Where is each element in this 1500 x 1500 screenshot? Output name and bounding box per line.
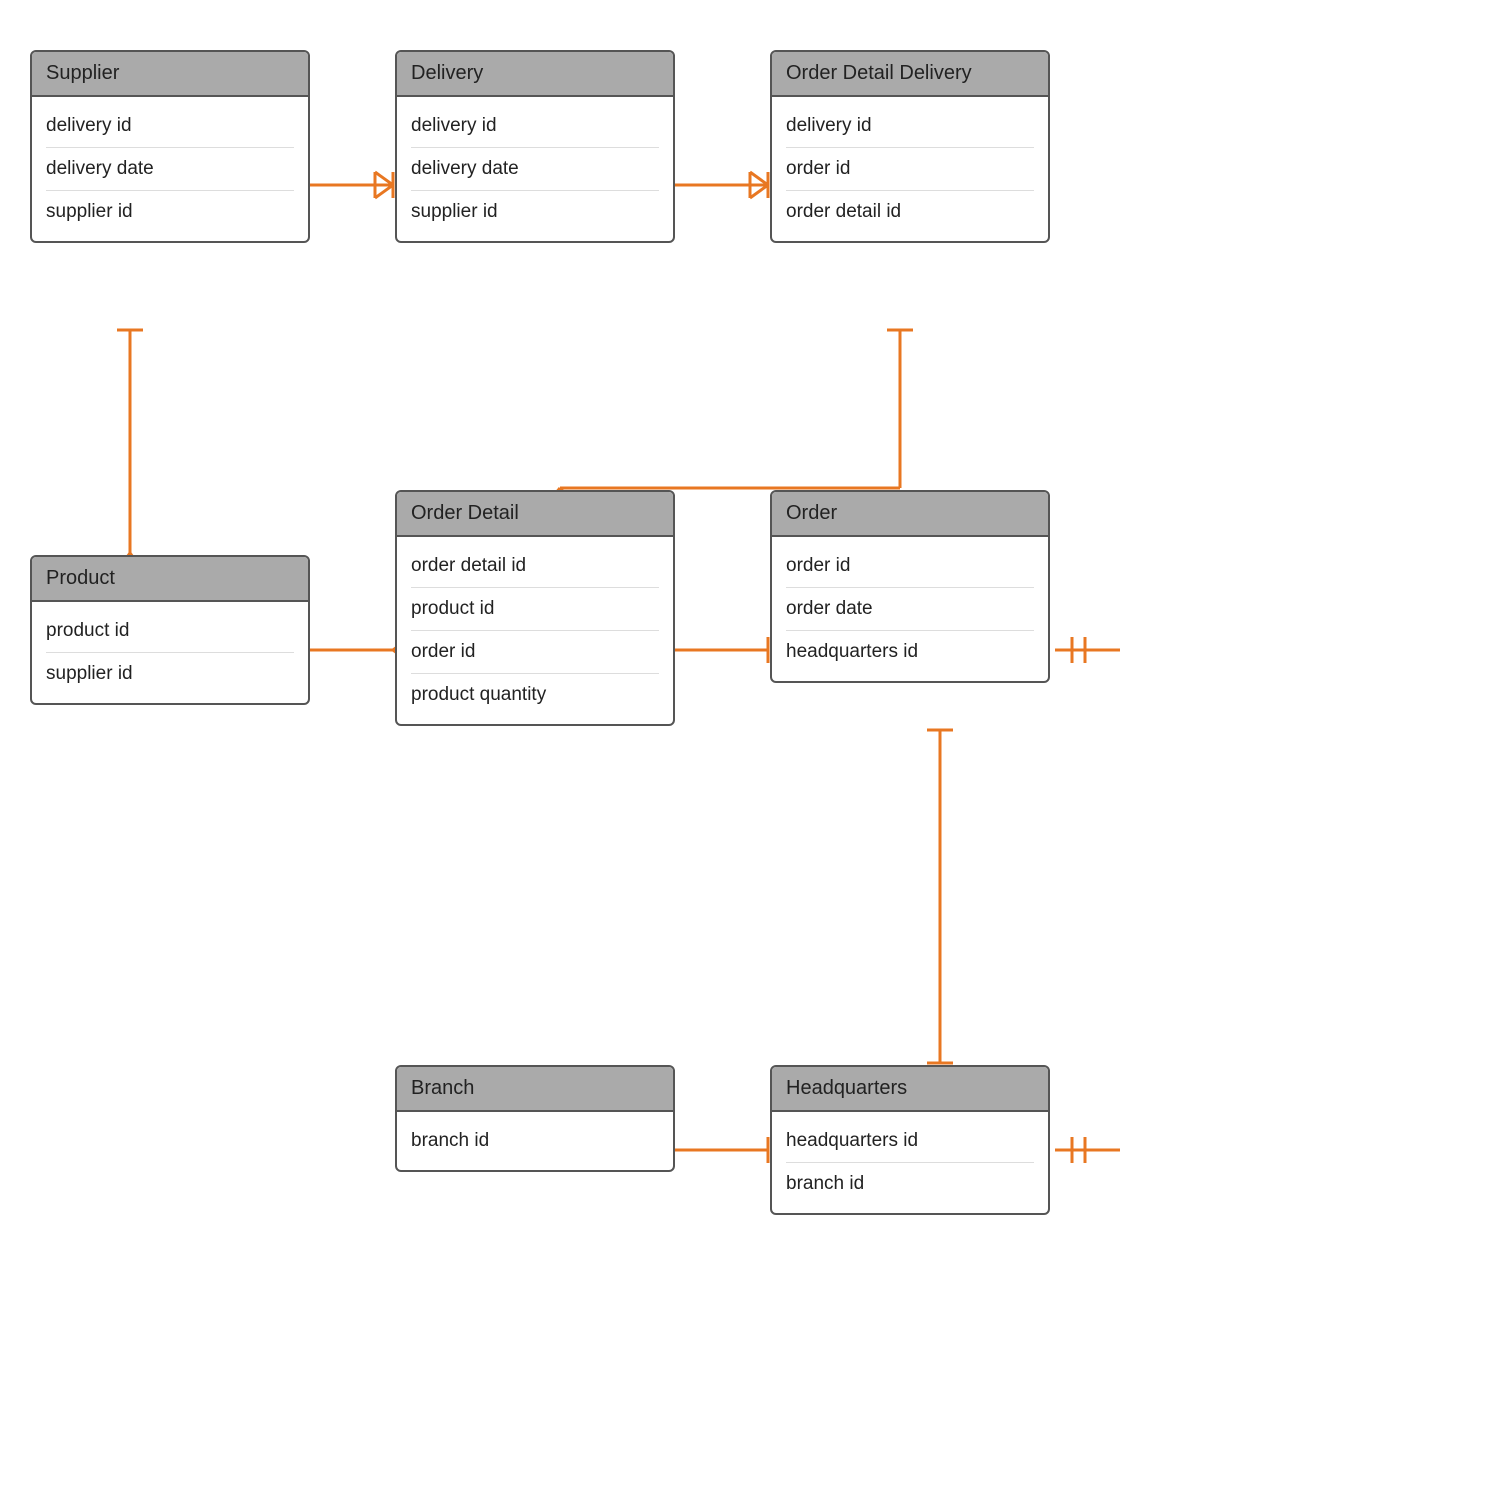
delivery-field-1: delivery date bbox=[411, 148, 659, 191]
delivery-field-2: supplier id bbox=[411, 191, 659, 233]
odd-field-0: delivery id bbox=[786, 105, 1034, 148]
order-field-2: headquarters id bbox=[786, 631, 1034, 673]
branch-field-0: branch id bbox=[411, 1120, 659, 1162]
product-header: Product bbox=[32, 557, 308, 602]
delivery-table: Delivery delivery id delivery date suppl… bbox=[395, 50, 675, 243]
order-detail-delivery-body: delivery id order id order detail id bbox=[772, 97, 1048, 241]
product-field-1: supplier id bbox=[46, 653, 294, 695]
supplier-table: Supplier delivery id delivery date suppl… bbox=[30, 50, 310, 243]
order-field-0: order id bbox=[786, 545, 1034, 588]
branch-header: Branch bbox=[397, 1067, 673, 1112]
supplier-body: delivery id delivery date supplier id bbox=[32, 97, 308, 241]
supplier-header: Supplier bbox=[32, 52, 308, 97]
order-detail-body: order detail id product id order id prod… bbox=[397, 537, 673, 724]
od-field-0: order detail id bbox=[411, 545, 659, 588]
product-field-0: product id bbox=[46, 610, 294, 653]
odd-field-2: order detail id bbox=[786, 191, 1034, 233]
supplier-field-2: supplier id bbox=[46, 191, 294, 233]
headquarters-body: headquarters id branch id bbox=[772, 1112, 1048, 1213]
order-table: Order order id order date headquarters i… bbox=[770, 490, 1050, 683]
supplier-field-0: delivery id bbox=[46, 105, 294, 148]
headquarters-table: Headquarters headquarters id branch id bbox=[770, 1065, 1050, 1215]
od-field-3: product quantity bbox=[411, 674, 659, 716]
product-body: product id supplier id bbox=[32, 602, 308, 703]
supplier-field-1: delivery date bbox=[46, 148, 294, 191]
order-header: Order bbox=[772, 492, 1048, 537]
od-field-2: order id bbox=[411, 631, 659, 674]
order-field-1: order date bbox=[786, 588, 1034, 631]
delivery-field-0: delivery id bbox=[411, 105, 659, 148]
hq-field-0: headquarters id bbox=[786, 1120, 1034, 1163]
branch-table: Branch branch id bbox=[395, 1065, 675, 1172]
hq-field-1: branch id bbox=[786, 1163, 1034, 1205]
delivery-body: delivery id delivery date supplier id bbox=[397, 97, 673, 241]
order-detail-delivery-header: Order Detail Delivery bbox=[772, 52, 1048, 97]
order-detail-table: Order Detail order detail id product id … bbox=[395, 490, 675, 726]
odd-field-1: order id bbox=[786, 148, 1034, 191]
branch-body: branch id bbox=[397, 1112, 673, 1170]
od-field-1: product id bbox=[411, 588, 659, 631]
order-detail-delivery-table: Order Detail Delivery delivery id order … bbox=[770, 50, 1050, 243]
order-body: order id order date headquarters id bbox=[772, 537, 1048, 681]
product-table: Product product id supplier id bbox=[30, 555, 310, 705]
order-detail-header: Order Detail bbox=[397, 492, 673, 537]
headquarters-header: Headquarters bbox=[772, 1067, 1048, 1112]
delivery-header: Delivery bbox=[397, 52, 673, 97]
